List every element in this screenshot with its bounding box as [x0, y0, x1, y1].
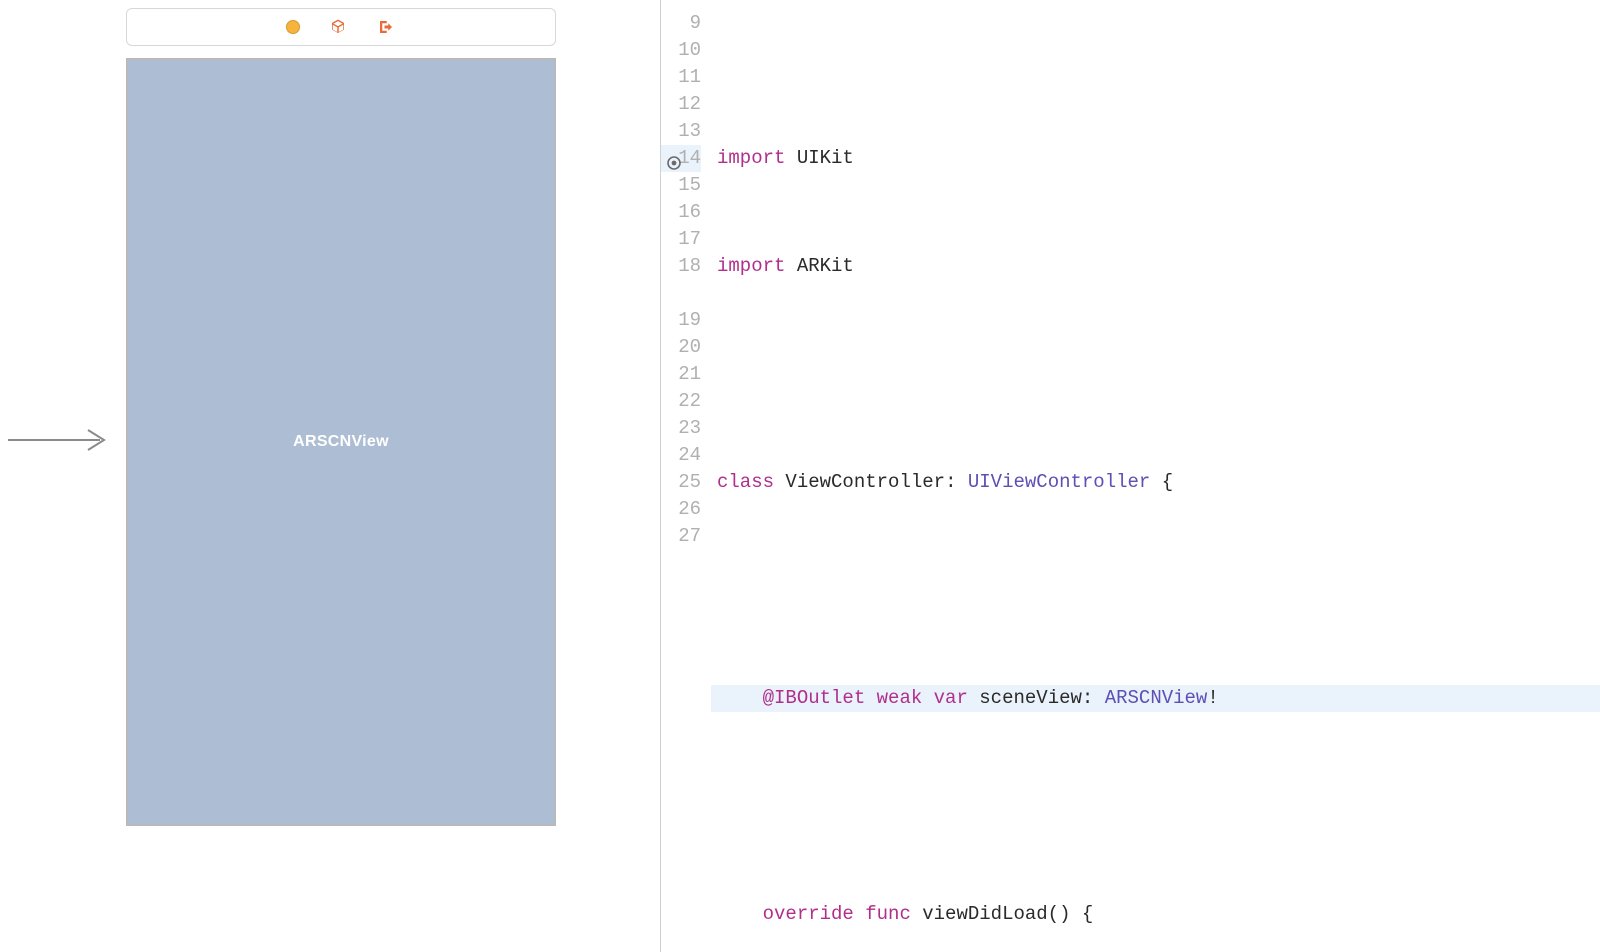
code-line[interactable]: import ARKit [711, 253, 1600, 280]
code-line-highlighted[interactable]: @IBOutlet weak var sceneView: ARSCNView! [711, 685, 1600, 712]
line-number: 13 [661, 118, 701, 145]
line-number: 17 [661, 226, 701, 253]
device-canvas[interactable]: ARSCNView [126, 58, 556, 826]
line-number: 11 [661, 64, 701, 91]
line-number: 22 [661, 388, 701, 415]
line-number: 15 [661, 172, 701, 199]
line-number: 9 [661, 10, 701, 37]
arscnview-label: ARSCNView [293, 433, 389, 451]
code-line[interactable]: class ViewController: UIViewController { [711, 469, 1600, 496]
outlet-connection-icon[interactable] [667, 152, 681, 166]
code-line[interactable]: override func viewDidLoad() { [711, 901, 1600, 928]
view-controller-icon[interactable] [286, 20, 300, 34]
interface-builder-pane: ARSCNView [0, 0, 660, 952]
line-number: 19 [661, 307, 701, 334]
line-number: 14 [661, 145, 701, 172]
line-number: 10 [661, 37, 701, 64]
line-number [661, 280, 701, 307]
line-number: 25 [661, 469, 701, 496]
line-number: 20 [661, 334, 701, 361]
code-editor[interactable]: import UIKit import ARKit class ViewCont… [711, 0, 1600, 952]
line-number: 8 [661, 0, 701, 10]
code-line[interactable] [711, 361, 1600, 388]
line-number: 24 [661, 442, 701, 469]
exit-icon[interactable] [376, 17, 396, 37]
initial-view-controller-arrow-icon [8, 420, 118, 460]
code-line[interactable] [711, 793, 1600, 820]
scene-dock[interactable] [126, 8, 556, 46]
line-number: 26 [661, 496, 701, 523]
code-line[interactable] [711, 54, 1600, 64]
xcode-split-view: ARSCNView 8 9 10 11 12 13 14 15 16 17 18… [0, 0, 1600, 952]
line-number: 27 [661, 523, 701, 550]
line-number: 16 [661, 199, 701, 226]
first-responder-icon[interactable] [328, 17, 348, 37]
code-line[interactable]: import UIKit [711, 145, 1600, 172]
line-number: 23 [661, 415, 701, 442]
line-number: 21 [661, 361, 701, 388]
line-number-gutter[interactable]: 8 9 10 11 12 13 14 15 16 17 18 19 20 21 … [661, 0, 711, 952]
source-editor-pane: 8 9 10 11 12 13 14 15 16 17 18 19 20 21 … [661, 0, 1600, 952]
code-line[interactable] [711, 577, 1600, 604]
line-number: 12 [661, 91, 701, 118]
line-number: 18 [661, 253, 701, 280]
